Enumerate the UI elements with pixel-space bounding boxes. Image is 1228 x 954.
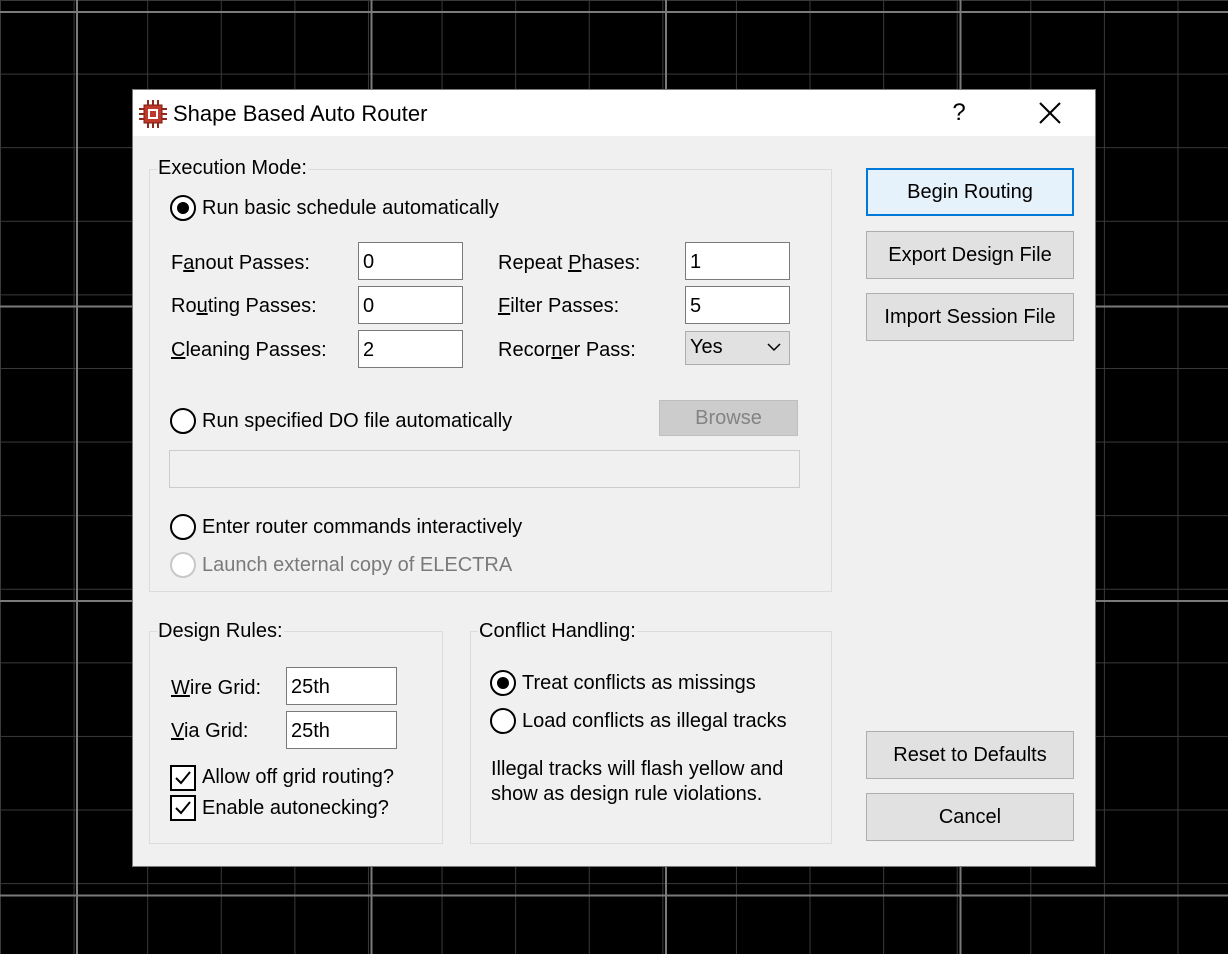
browse-button[interactable]: Browse — [659, 400, 798, 436]
run-basic-schedule-radio[interactable] — [170, 195, 196, 221]
execution-mode-label: Execution Mode: — [157, 157, 308, 180]
export-design-file-button[interactable]: Export Design File — [866, 231, 1074, 279]
run-basic-schedule-label[interactable]: Run basic schedule automatically — [202, 197, 499, 220]
fanout-passes-input[interactable] — [358, 242, 463, 280]
launch-electra-label[interactable]: Launch external copy of ELECTRA — [202, 554, 512, 577]
conflict-handling-label: Conflict Handling: — [478, 620, 637, 643]
checkmark-icon — [175, 771, 191, 785]
auto-router-dialog: Shape Based Auto Router ? Execution Mode… — [132, 89, 1096, 867]
load-conflicts-radio[interactable] — [490, 708, 516, 734]
treat-conflicts-radio[interactable] — [490, 670, 516, 696]
cancel-button[interactable]: Cancel — [866, 793, 1074, 841]
note-line-2: show as design rule violations. — [491, 783, 763, 805]
launch-electra-radio[interactable] — [170, 552, 196, 578]
fanout-passes-label: Fanout Passes: — [171, 252, 310, 274]
enable-autonecking-label[interactable]: Enable autonecking? — [202, 797, 389, 820]
recorner-pass-label: Recorner Pass: — [498, 339, 636, 361]
reset-to-defaults-button[interactable]: Reset to Defaults — [866, 731, 1074, 779]
treat-conflicts-label[interactable]: Treat conflicts as missings — [522, 672, 756, 695]
load-conflicts-label[interactable]: Load conflicts as illegal tracks — [522, 710, 787, 733]
allow-off-grid-label[interactable]: Allow off grid routing? — [202, 766, 408, 789]
close-button[interactable] — [1027, 96, 1073, 130]
enable-autonecking-checkbox[interactable] — [170, 795, 196, 821]
checkmark-icon — [175, 801, 191, 815]
allow-off-grid-checkbox[interactable] — [170, 765, 196, 791]
run-do-file-label[interactable]: Run specified DO file automatically — [202, 410, 512, 433]
run-do-file-radio[interactable] — [170, 408, 196, 434]
repeat-phases-input[interactable] — [685, 242, 790, 280]
cleaning-passes-input[interactable] — [358, 330, 463, 368]
wire-grid-input[interactable] — [286, 667, 397, 705]
note-line-1: Illegal tracks will flash yellow and — [491, 758, 784, 780]
window-title: Shape Based Auto Router — [173, 101, 428, 126]
help-button[interactable]: ? — [941, 96, 977, 130]
wire-grid-label: Wire Grid: — [171, 677, 262, 699]
interactive-commands-label[interactable]: Enter router commands interactively — [202, 516, 522, 539]
interactive-commands-radio[interactable] — [170, 514, 196, 540]
routing-passes-label: Routing Passes: — [171, 295, 317, 317]
chevron-down-icon — [767, 343, 781, 352]
do-file-path-input[interactable] — [169, 450, 800, 488]
via-grid-label: Via Grid: — [171, 720, 249, 742]
repeat-phases-label: Repeat Phases: — [498, 252, 641, 274]
import-session-file-button[interactable]: Import Session File — [866, 293, 1074, 341]
recorner-pass-select[interactable]: Yes — [685, 331, 790, 365]
conflict-handling-group — [470, 631, 832, 844]
begin-routing-button[interactable]: Begin Routing — [866, 168, 1074, 216]
cleaning-passes-label: Cleaning Passes: — [171, 339, 327, 361]
design-rules-label: Design Rules: — [157, 620, 284, 643]
title-bar[interactable]: Shape Based Auto Router ? — [133, 90, 1095, 136]
filter-passes-input[interactable] — [685, 286, 790, 324]
close-icon — [1039, 102, 1061, 124]
recorner-pass-value: Yes — [690, 336, 723, 358]
via-grid-input[interactable] — [286, 711, 397, 749]
illegal-tracks-note: Illegal tracks will flash yellow and sho… — [491, 757, 783, 807]
filter-passes-label: Filter Passes: — [498, 295, 620, 317]
chip-icon — [139, 100, 167, 128]
routing-passes-input[interactable] — [358, 286, 463, 324]
